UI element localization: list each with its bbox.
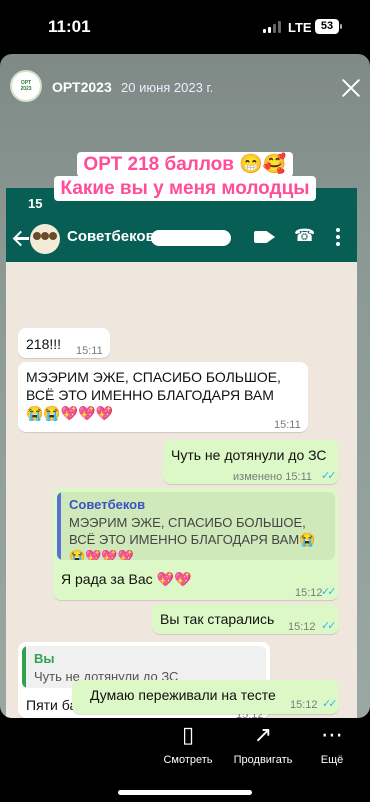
status-time: 11:01 — [48, 17, 91, 36]
message-time: 15:12 — [290, 699, 318, 711]
message-text: Думаю переживали на тесте — [90, 687, 276, 703]
story-caption-line1: ОРТ 218 баллов 😁🥰 — [0, 152, 370, 177]
signal-icon — [263, 21, 281, 33]
network-type: LTE — [288, 20, 312, 35]
contact-name: Советбеков — [67, 228, 155, 245]
channel-avatar[interactable]: ОРТ 2023 — [10, 70, 42, 102]
promote-button[interactable]: ↗ Продвигать — [223, 722, 303, 766]
quote-text: МЭЭРИМ ЭЖЕ, СПАСИБО БОЛЬШОЕ, ВСЁ ЭТО ИМЕ… — [69, 515, 316, 560]
read-ticks-icon: ✓✓ — [321, 586, 337, 598]
message-incoming: 218!!! 15:11 — [18, 328, 110, 358]
story-viewer[interactable]: ОРТ 2023 ОРТ2023 20 июня 2023 г. 15 Совет… — [0, 54, 370, 718]
chat-toolbar: Советбеков — [6, 214, 357, 262]
read-ticks-icon: ✓✓ — [322, 698, 338, 710]
trending-icon: ↗ — [253, 723, 273, 748]
phone-icon — [294, 226, 315, 246]
chat-screenshot: 15 Советбеков 218!!! 15:11 МЭЭРИМ ЭЖЕ, С… — [6, 188, 357, 718]
more-button[interactable]: ⋯ Ещё — [292, 722, 370, 766]
message-time: 15:12 — [288, 621, 316, 633]
more-vertical-icon — [336, 228, 340, 246]
message-text: МЭЭРИМ ЭЖЕ, СПАСИБО БОЛЬШОЕ, ВСЁ ЭТО ИМЕ… — [26, 369, 281, 421]
reply-quote[interactable]: Советбеков МЭЭРИМ ЭЖЕ, СПАСИБО БОЛЬШОЕ, … — [57, 492, 335, 560]
read-ticks-icon: ✓✓ — [321, 620, 337, 632]
quote-author: Вы — [34, 651, 55, 666]
more-icon: ⋯ — [321, 723, 343, 748]
message-time: изменено 15:11 — [233, 471, 313, 483]
view-label: Смотреть — [163, 754, 213, 766]
read-ticks-icon: ✓✓ — [321, 470, 337, 482]
message-outgoing: Советбеков МЭЭРИМ ЭЖЕ, СПАСИБО БОЛЬШОЕ, … — [53, 488, 339, 600]
message-outgoing: Вы так старались 15:12 ✓✓ — [152, 604, 339, 634]
message-text: Я рада за Вас 💖💖 — [61, 571, 192, 587]
story-date: 20 июня 2023 г. — [121, 80, 214, 95]
view-button[interactable]: ▯ Смотреть — [148, 722, 228, 766]
message-time: 15:12 — [295, 587, 323, 599]
contact-avatar — [30, 224, 60, 254]
redaction-scribble — [151, 230, 231, 246]
message-outgoing: Чуть не дотянули до ЗС изменено 15:11 ✓✓ — [163, 440, 339, 484]
status-bar: 11:01 LTE 53 — [0, 0, 370, 52]
battery-icon: 53 — [315, 19, 342, 34]
message-outgoing: Думаю переживали на тесте 15:12 ✓✓ — [72, 680, 339, 714]
more-label: Ещё — [320, 754, 344, 766]
quote-author: Советбеков — [69, 497, 146, 512]
phone-view-icon: ▯ — [181, 723, 195, 748]
message-time: 15:11 — [274, 419, 301, 431]
home-indicator — [118, 790, 252, 795]
video-call-icon — [254, 231, 268, 243]
message-time: 15:11 — [76, 345, 103, 357]
close-icon[interactable] — [339, 76, 363, 100]
message-text: 218!!! — [26, 336, 62, 352]
back-arrow-icon — [12, 229, 30, 247]
story-header: ОРТ 2023 ОРТ2023 20 июня 2023 г. — [0, 54, 370, 124]
channel-name[interactable]: ОРТ2023 — [52, 79, 112, 95]
story-caption-line2: Какие вы у меня молодцы — [0, 176, 370, 201]
message-text: Вы так старались — [160, 611, 275, 627]
message-text: Чуть не дотянули до ЗС — [171, 447, 327, 463]
message-incoming: МЭЭРИМ ЭЖЕ, СПАСИБО БОЛЬШОЕ, ВСЁ ЭТО ИМЕ… — [18, 362, 308, 432]
promote-label: Продвигать — [233, 754, 293, 766]
